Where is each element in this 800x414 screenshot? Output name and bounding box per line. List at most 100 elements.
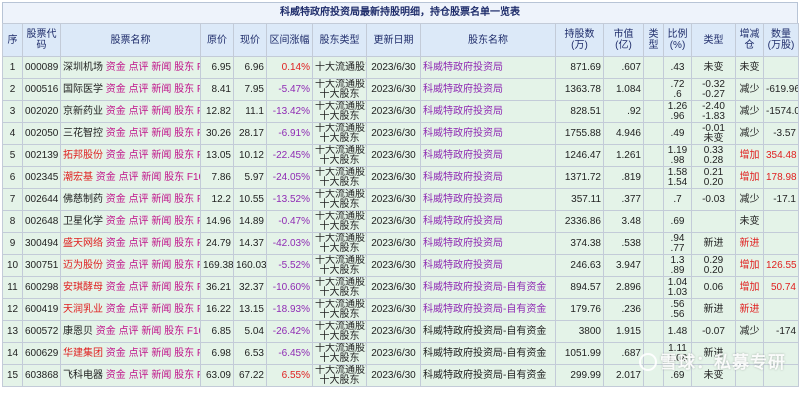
holder-name[interactable]: 科威特政府投资局 xyxy=(420,100,556,123)
link-f10[interactable]: F10 xyxy=(197,106,200,117)
link-f10[interactable]: F10 xyxy=(187,172,200,183)
link-holders[interactable]: 股东 xyxy=(174,282,194,293)
link-funds[interactable]: 资金 xyxy=(106,62,126,73)
link-f10[interactable]: F10 xyxy=(197,150,200,161)
link-news[interactable]: 新闻 xyxy=(151,238,171,249)
link-funds[interactable]: 资金 xyxy=(96,172,116,183)
link-review[interactable]: 点评 xyxy=(119,326,139,337)
link-news[interactable]: 新闻 xyxy=(151,62,171,73)
link-review[interactable]: 点评 xyxy=(129,304,149,315)
link-f10[interactable]: F10 xyxy=(197,62,200,73)
link-holders[interactable]: 股东 xyxy=(174,216,194,227)
link-news[interactable]: 新闻 xyxy=(151,84,171,95)
link-news[interactable]: 新闻 xyxy=(151,282,171,293)
holder-name[interactable]: 科威特政府投资局 xyxy=(420,56,556,79)
link-funds[interactable]: 资金 xyxy=(106,216,126,227)
link-funds[interactable]: 资金 xyxy=(106,150,126,161)
link-news[interactable]: 新闻 xyxy=(151,150,171,161)
stock-name-link[interactable]: 安琪酵母 xyxy=(63,282,103,293)
stock-name-link[interactable]: 三花智控 xyxy=(63,128,103,139)
stock-name-link[interactable]: 拓邦股份 xyxy=(63,150,103,161)
link-f10[interactable]: F10 xyxy=(197,304,200,315)
link-news[interactable]: 新闻 xyxy=(151,128,171,139)
link-review[interactable]: 点评 xyxy=(129,150,149,161)
link-f10[interactable]: F10 xyxy=(197,260,200,271)
link-funds[interactable]: 资金 xyxy=(106,304,126,315)
link-holders[interactable]: 股东 xyxy=(174,304,194,315)
link-review[interactable]: 点评 xyxy=(129,260,149,271)
link-funds[interactable]: 资金 xyxy=(106,194,126,205)
link-news[interactable]: 新闻 xyxy=(151,106,171,117)
link-review[interactable]: 点评 xyxy=(129,282,149,293)
link-review[interactable]: 点评 xyxy=(129,84,149,95)
link-f10[interactable]: F10 xyxy=(197,128,200,139)
stock-name-link[interactable]: 京新药业 xyxy=(63,106,103,117)
link-f10[interactable]: F10 xyxy=(197,194,200,205)
link-f10[interactable]: F10 xyxy=(197,348,200,359)
link-holders[interactable]: 股东 xyxy=(174,62,194,73)
link-review[interactable]: 点评 xyxy=(129,194,149,205)
holder-name[interactable]: 科威特政府投资局 xyxy=(420,254,556,277)
link-review[interactable]: 点评 xyxy=(119,172,139,183)
link-holders[interactable]: 股东 xyxy=(164,172,184,183)
link-holders[interactable]: 股东 xyxy=(174,260,194,271)
link-review[interactable]: 点评 xyxy=(129,106,149,117)
link-holders[interactable]: 股东 xyxy=(164,326,184,337)
stock-name-link[interactable]: 潮宏基 xyxy=(63,172,93,183)
stock-name-link[interactable]: 国际医学 xyxy=(63,84,103,95)
link-review[interactable]: 点评 xyxy=(129,348,149,359)
stock-name-link[interactable]: 迈为股份 xyxy=(63,260,103,271)
link-funds[interactable]: 资金 xyxy=(106,260,126,271)
stock-name-link[interactable]: 卫星化学 xyxy=(63,216,103,227)
link-f10[interactable]: F10 xyxy=(197,282,200,293)
holder-name[interactable]: 科威特政府投资局 xyxy=(420,144,556,167)
link-news[interactable]: 新闻 xyxy=(151,260,171,271)
link-funds[interactable]: 资金 xyxy=(106,128,126,139)
link-holders[interactable]: 股东 xyxy=(174,84,194,95)
link-holders[interactable]: 股东 xyxy=(174,150,194,161)
link-funds[interactable]: 资金 xyxy=(106,238,126,249)
link-f10[interactable]: F10 xyxy=(197,84,200,95)
holder-name[interactable]: 科威特政府投资局-自有资金 xyxy=(420,276,556,299)
holder-name[interactable]: 科威特政府投资局-自有资金 xyxy=(420,364,556,387)
holder-name[interactable]: 科威特政府投资局 xyxy=(420,166,556,189)
link-review[interactable]: 点评 xyxy=(129,238,149,249)
link-funds[interactable]: 资金 xyxy=(96,326,116,337)
link-funds[interactable]: 资金 xyxy=(106,348,126,359)
holder-name[interactable]: 科威特政府投资局 xyxy=(420,78,556,101)
link-holders[interactable]: 股东 xyxy=(174,128,194,139)
holder-name[interactable]: 科威特政府投资局-自有资金 xyxy=(420,320,556,343)
holder-name[interactable]: 科威特政府投资局-自有资金 xyxy=(420,298,556,321)
link-review[interactable]: 点评 xyxy=(129,216,149,227)
stock-name-link[interactable]: 佛慈制药 xyxy=(63,194,103,205)
link-funds[interactable]: 资金 xyxy=(106,282,126,293)
link-funds[interactable]: 资金 xyxy=(106,84,126,95)
link-holders[interactable]: 股东 xyxy=(174,238,194,249)
holder-name[interactable]: 科威特政府投资局 xyxy=(420,188,556,211)
stock-name-link[interactable]: 飞科电器 xyxy=(63,370,103,381)
holder-name[interactable]: 科威特政府投资局-自有资金 xyxy=(420,342,556,365)
link-review[interactable]: 点评 xyxy=(129,370,149,381)
link-news[interactable]: 新闻 xyxy=(151,348,171,359)
link-news[interactable]: 新闻 xyxy=(141,172,161,183)
link-holders[interactable]: 股东 xyxy=(174,106,194,117)
link-f10[interactable]: F10 xyxy=(197,216,200,227)
link-f10[interactable]: F10 xyxy=(197,238,200,249)
stock-name-link[interactable]: 康恩贝 xyxy=(63,326,93,337)
link-news[interactable]: 新闻 xyxy=(151,216,171,227)
link-review[interactable]: 点评 xyxy=(129,128,149,139)
link-holders[interactable]: 股东 xyxy=(174,348,194,359)
link-f10[interactable]: F10 xyxy=(197,370,200,381)
link-news[interactable]: 新闻 xyxy=(151,194,171,205)
holder-name[interactable]: 科威特政府投资局 xyxy=(420,210,556,233)
stock-name-link[interactable]: 天润乳业 xyxy=(63,304,103,315)
link-news[interactable]: 新闻 xyxy=(151,370,171,381)
link-funds[interactable]: 资金 xyxy=(106,106,126,117)
stock-name-link[interactable]: 华建集团 xyxy=(63,348,103,359)
link-review[interactable]: 点评 xyxy=(129,62,149,73)
link-news[interactable]: 新闻 xyxy=(141,326,161,337)
link-holders[interactable]: 股东 xyxy=(174,194,194,205)
link-f10[interactable]: F10 xyxy=(187,326,200,337)
stock-name-link[interactable]: 深圳机场 xyxy=(63,62,103,73)
link-holders[interactable]: 股东 xyxy=(174,370,194,381)
